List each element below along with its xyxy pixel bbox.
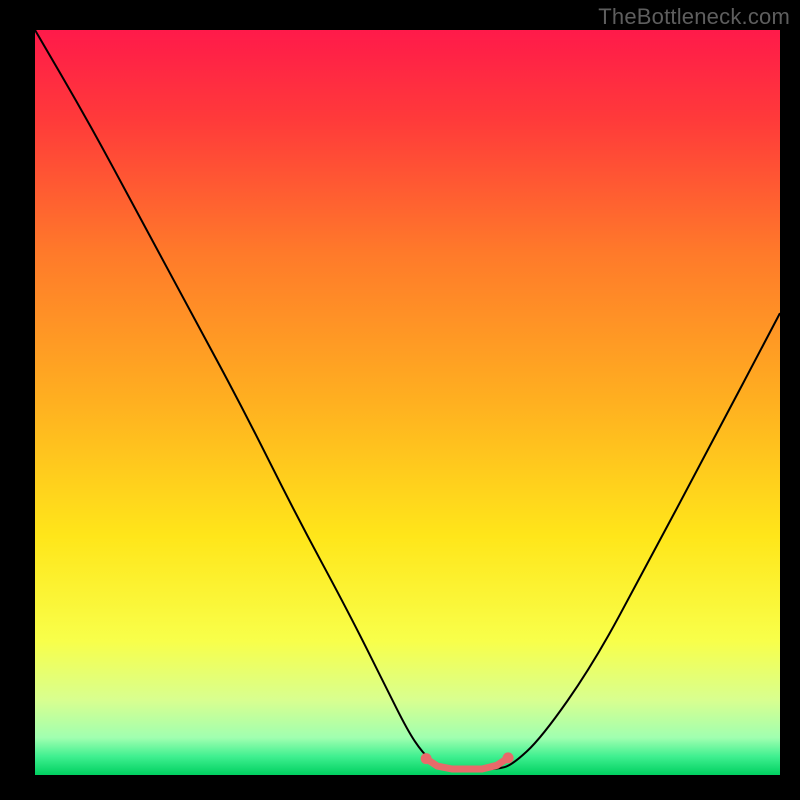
plot-area [35,30,780,775]
marker-dot [421,753,432,764]
chart-svg [35,30,780,775]
marker-dot [503,752,514,763]
chart-frame: TheBottleneck.com [0,0,800,800]
watermark-text: TheBottleneck.com [598,4,790,30]
gradient-background [35,30,780,775]
